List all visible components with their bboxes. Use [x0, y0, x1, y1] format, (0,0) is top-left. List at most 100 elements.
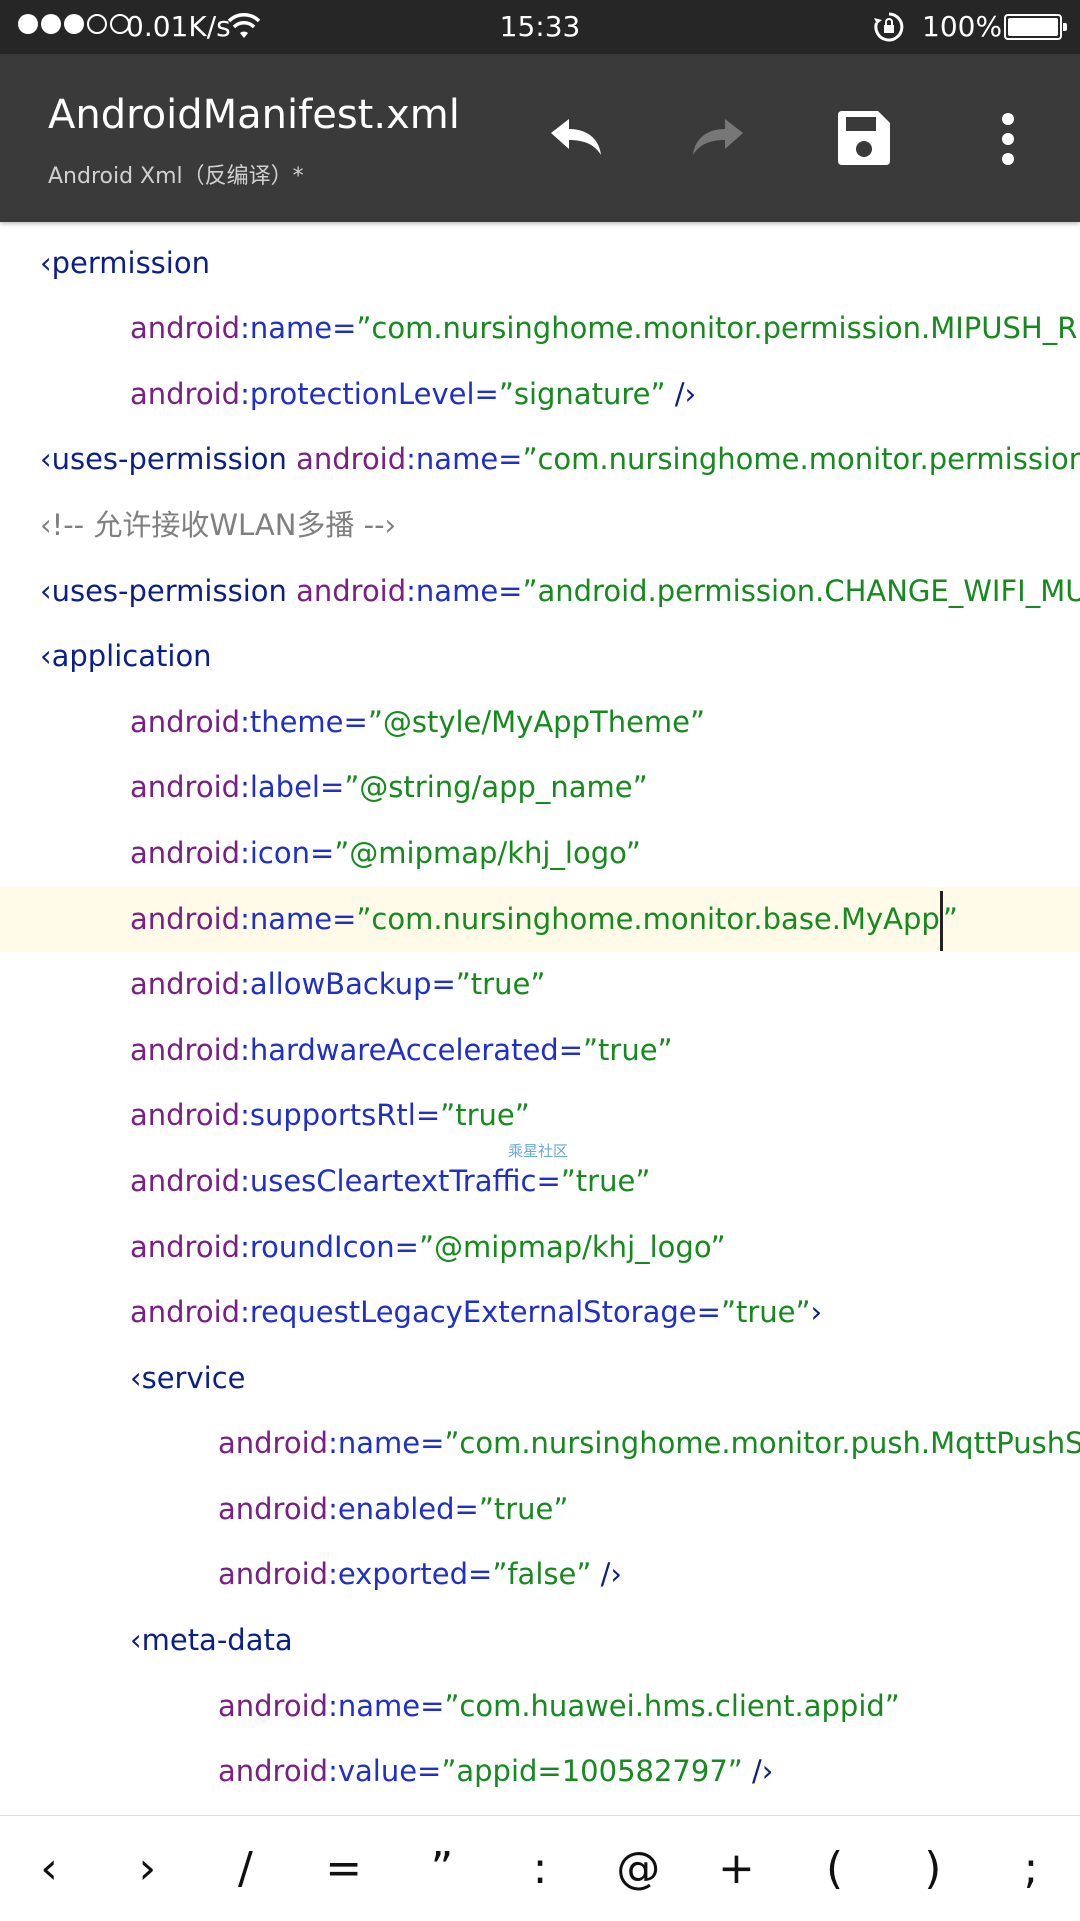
code-token-val: ”appid=100582797” [441, 1754, 743, 1789]
rotation-lock-icon [874, 12, 904, 42]
code-line[interactable]: ‹application [0, 624, 1080, 690]
code-line[interactable]: ‹!-- 允许接收WLAN多播 --› [0, 493, 1080, 559]
clock: 15:33 [499, 10, 581, 43]
code-token-attr: :supportsRtl= [240, 1098, 441, 1133]
code-line[interactable]: android:name=”com.huawei.hms.client.appi… [0, 1674, 1080, 1740]
symbol-key[interactable]: ; [982, 1816, 1080, 1921]
code-token-val: ”com.nursinghome.monitor.permission.MIPU… [356, 311, 1080, 346]
code-token-ns: android [130, 1098, 241, 1133]
code-token-val: ”signature” [498, 376, 666, 411]
file-type-subtitle: Android Xml（反编译）* [48, 164, 304, 189]
status-bar: 0.01K/s 15:33 100% [0, 0, 1080, 54]
code-token-attr: :exported= [328, 1557, 493, 1592]
code-token-cmt: ‹!-- 允许接收WLAN多播 --› [40, 507, 397, 542]
code-token-ns: android [218, 1754, 329, 1789]
code-line[interactable]: ‹permission [0, 231, 1080, 297]
code-token-tag: /› [591, 1557, 622, 1592]
file-title: AndroidManifest.xml [48, 92, 460, 138]
code-token-ns: android [130, 901, 241, 936]
symbol-key[interactable]: ‹ [0, 1816, 98, 1921]
code-line[interactable]: android:hardwareAccelerated=”true” [0, 1018, 1080, 1084]
symbol-key[interactable]: @ [589, 1816, 687, 1921]
undo-button[interactable] [540, 104, 610, 174]
code-token-val: ”true” [583, 1032, 673, 1067]
code-token-attr: :name= [240, 901, 357, 936]
code-token-tag: ‹meta-data [130, 1623, 293, 1658]
code-token-attr: :protectionLevel= [240, 376, 499, 411]
code-line[interactable]: android:label=”@string/app_name” [0, 755, 1080, 821]
code-line[interactable]: android:value=”appid=100582797” /› [0, 1739, 1080, 1805]
code-line[interactable]: ‹uses-permission android:name=”android.p… [0, 559, 1080, 625]
code-token-attr: :name= [240, 311, 357, 346]
code-token-attr: :enabled= [328, 1491, 479, 1526]
code-token-ns: android [130, 770, 241, 805]
symbol-key[interactable]: › [98, 1816, 196, 1921]
code-token-val: ” [942, 901, 958, 936]
code-line[interactable]: android:theme=”@style/MyAppTheme” [0, 690, 1080, 756]
code-token-val: ”@mipmap/khj_logo” [334, 835, 641, 870]
redo-button[interactable] [684, 104, 754, 174]
more-options-button[interactable] [973, 104, 1043, 174]
code-token-tag: /› [742, 1754, 774, 1789]
code-token-ns: android [130, 704, 241, 739]
code-token-attr: :icon= [240, 835, 335, 870]
code-token-val: ”true” [720, 1295, 811, 1330]
code-token-attr: :requestLegacyExternalStorage= [240, 1295, 721, 1330]
code-token-ns: android [130, 835, 241, 870]
symbol-key[interactable]: / [196, 1816, 294, 1921]
code-token-attr: :roundIcon= [240, 1229, 419, 1264]
code-token-ns: android [296, 442, 407, 477]
code-token-tag: ‹uses-permission [40, 442, 297, 477]
app-toolbar: AndroidManifest.xml Android Xml（反编译）* [0, 54, 1080, 222]
symbol-key[interactable]: ( [786, 1816, 884, 1921]
code-line[interactable]: ‹uses-permission android:name=”com.nursi… [0, 427, 1080, 493]
battery-percent: 100% [922, 10, 1003, 43]
code-token-ns: android [130, 311, 241, 346]
code-line[interactable]: android:enabled=”true” [0, 1477, 1080, 1543]
watermark: 乘星社区 [508, 1142, 569, 1160]
code-token-ns: android [218, 1426, 329, 1461]
more-vert-icon [1002, 113, 1014, 165]
code-token-val: ”true” [478, 1491, 569, 1526]
code-line[interactable]: android:name=”com.nursinghome.monitor.pu… [0, 1411, 1080, 1477]
symbol-key[interactable]: : [491, 1816, 589, 1921]
symbol-key[interactable]: ) [884, 1816, 982, 1921]
code-token-attr: :name= [406, 573, 523, 608]
battery-icon [1004, 14, 1067, 40]
code-token-val: ”android.permission.CHANGE_WIFI_MULTICAS… [522, 573, 1080, 608]
code-token-ns: android [218, 1557, 329, 1592]
code-token-ns: android [218, 1491, 329, 1526]
code-line[interactable]: ‹meta-data [0, 1608, 1080, 1674]
symbol-key[interactable]: + [687, 1816, 785, 1921]
code-line[interactable]: android:allowBackup=”true” [0, 952, 1080, 1018]
code-token-ns: android [130, 376, 241, 411]
code-token-val: ”true” [440, 1098, 530, 1133]
code-token-ns: android [130, 1032, 241, 1067]
code-line-current[interactable]: android:name=”com.nursinghome.monitor.ba… [0, 886, 1080, 953]
code-line[interactable]: android:protectionLevel=”signature” /› [0, 362, 1080, 428]
redo-icon [693, 119, 743, 155]
code-token-attr: :theme= [240, 704, 368, 739]
code-token-val: ”@string/app_name” [344, 770, 648, 805]
code-token-attr: :name= [406, 442, 523, 477]
code-line[interactable]: android:icon=”@mipmap/khj_logo” [0, 821, 1080, 887]
code-line[interactable]: ‹service [0, 1346, 1080, 1412]
code-token-ns: android [130, 1163, 241, 1198]
code-token-ns: android [218, 1688, 329, 1723]
code-token-attr: :allowBackup= [240, 967, 456, 1002]
code-lines: ‹uses-permission android:name=”com.nursi… [0, 190, 1080, 1805]
code-token-val: ”com.nursinghome.monitor.base.MyApp [356, 901, 940, 936]
code-token-attr: :label= [240, 770, 345, 805]
symbol-key[interactable]: ” [393, 1816, 491, 1921]
code-token-val: ”true” [560, 1163, 651, 1198]
save-button[interactable] [829, 104, 899, 174]
code-token-val: ”@mipmap/khj_logo” [418, 1229, 726, 1264]
code-editor[interactable]: ‹uses-permission android:name=”com.nursi… [0, 190, 1080, 1815]
symbol-key[interactable]: = [295, 1816, 393, 1921]
code-token-attr: :name= [328, 1426, 445, 1461]
code-line[interactable]: android:requestLegacyExternalStorage=”tr… [0, 1280, 1080, 1346]
code-token-val: ”true” [455, 967, 546, 1002]
code-line[interactable]: android:roundIcon=”@mipmap/khj_logo” [0, 1215, 1080, 1281]
code-line[interactable]: android:exported=”false” /› [0, 1542, 1080, 1608]
code-line[interactable]: android:name=”com.nursinghome.monitor.pe… [0, 296, 1080, 362]
